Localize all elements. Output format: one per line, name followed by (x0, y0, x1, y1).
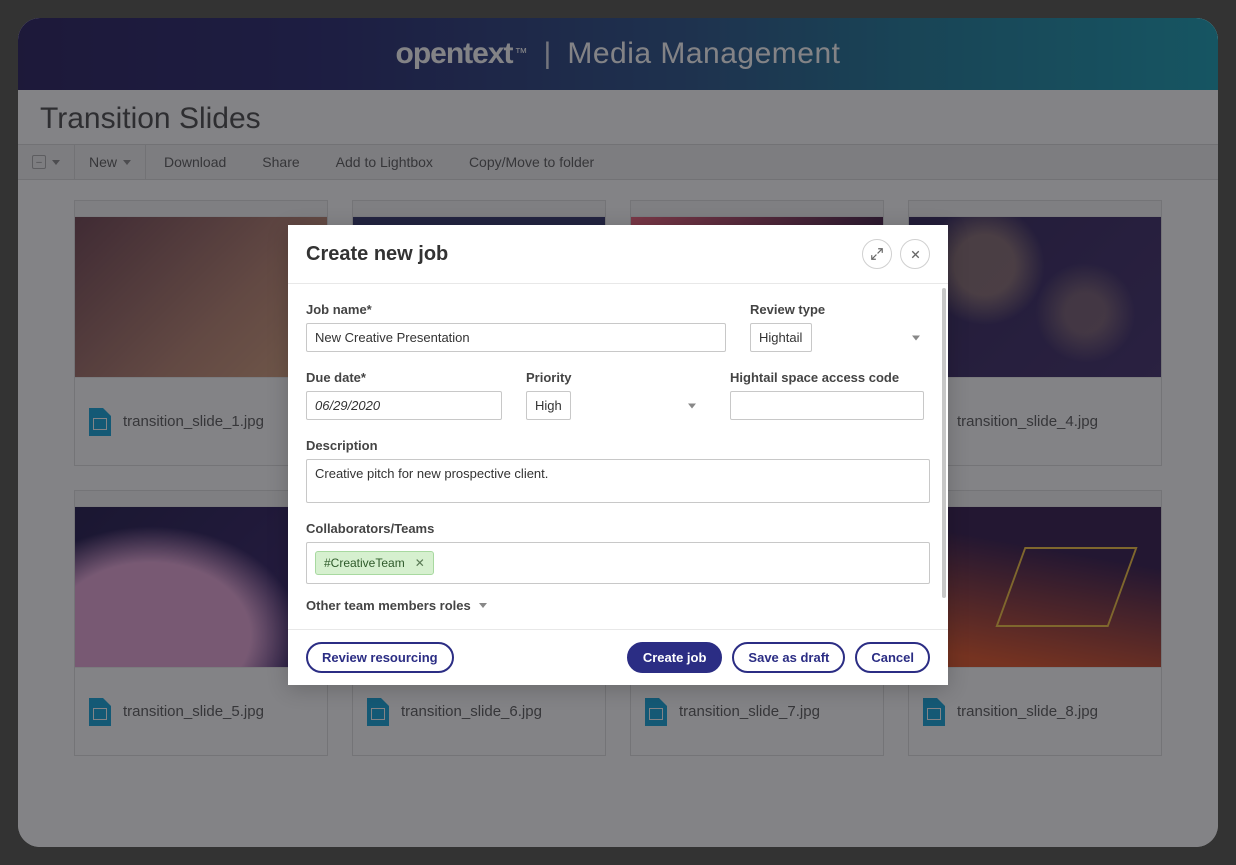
review-resourcing-button[interactable]: Review resourcing (306, 642, 454, 673)
description-input[interactable]: Creative pitch for new prospective clien… (306, 459, 930, 503)
job-name-input[interactable] (306, 323, 726, 352)
due-date-input[interactable] (306, 391, 502, 420)
cancel-button[interactable]: Cancel (855, 642, 930, 673)
modal-body: Job name* Review type Hightail Due date* (288, 284, 948, 629)
modal-scrollbar[interactable] (942, 288, 946, 598)
other-roles-toggle[interactable]: Other team members roles (306, 598, 930, 613)
close-icon (909, 248, 922, 261)
save-draft-button[interactable]: Save as draft (732, 642, 845, 673)
tag-label: #CreativeTeam (324, 556, 405, 570)
modal-header: Create new job (288, 225, 948, 284)
job-name-label: Job name* (306, 302, 726, 317)
review-type-select[interactable]: Hightail (750, 323, 812, 352)
create-job-button[interactable]: Create job (627, 642, 723, 673)
other-roles-label: Other team members roles (306, 598, 471, 613)
priority-label: Priority (526, 370, 706, 385)
collaborators-label: Collaborators/Teams (306, 521, 930, 536)
team-tag: #CreativeTeam ✕ (315, 551, 434, 575)
review-type-label: Review type (750, 302, 930, 317)
chevron-down-icon (688, 403, 696, 408)
remove-tag-button[interactable]: ✕ (415, 556, 425, 570)
access-code-label: Hightail space access code (730, 370, 924, 385)
expand-icon (870, 247, 884, 261)
modal-title: Create new job (306, 243, 854, 266)
app-window: opentext™ | Media Management Transition … (18, 18, 1218, 847)
due-date-label: Due date* (306, 370, 502, 385)
priority-select[interactable]: High (526, 391, 571, 420)
modal-footer: Review resourcing Create job Save as dra… (288, 629, 948, 685)
close-button[interactable] (900, 239, 930, 269)
chevron-down-icon (912, 335, 920, 340)
chevron-down-icon (479, 603, 487, 608)
description-label: Description (306, 438, 930, 453)
expand-button[interactable] (862, 239, 892, 269)
create-job-modal: Create new job Job name* Review type Hig… (288, 225, 948, 685)
access-code-input[interactable] (730, 391, 924, 420)
collaborators-input[interactable]: #CreativeTeam ✕ (306, 542, 930, 584)
